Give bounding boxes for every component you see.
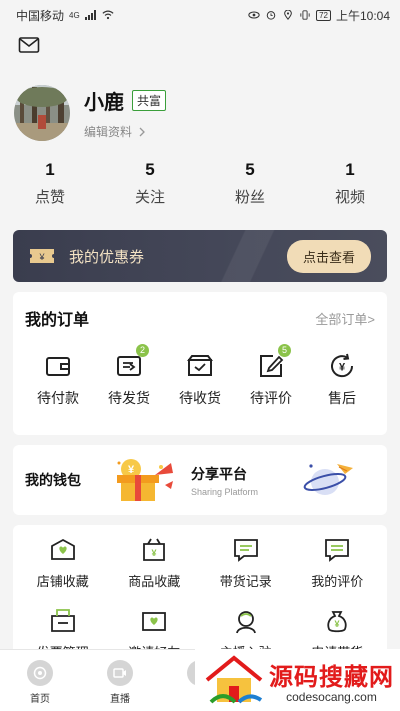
order-pending-shipment[interactable]: 2 待发货 xyxy=(98,344,160,408)
share-subtitle: Sharing Platform xyxy=(191,486,259,497)
wallet-card: 我的钱包 ¥ 分享平台 Sharing Platform xyxy=(13,445,387,515)
carrier-label: 中国移动 xyxy=(16,8,65,23)
tab-label: 首页 xyxy=(30,694,50,705)
order-after-sales[interactable]: ¥ 售后 xyxy=(311,352,373,408)
tab-home[interactable]: 首页 xyxy=(0,650,80,711)
mail-icon[interactable] xyxy=(18,36,40,54)
vibrate-icon xyxy=(300,10,310,20)
network-label: 4G xyxy=(69,10,80,20)
receive-box-icon xyxy=(187,355,213,376)
stat-value: 1 xyxy=(345,160,355,179)
chevron-right-icon xyxy=(139,127,145,136)
stat-value: 5 xyxy=(245,160,255,179)
wallet-icon xyxy=(46,357,70,376)
avatar-photo xyxy=(14,85,70,141)
money-bag-icon: ¥ xyxy=(327,611,347,633)
anchor-icon xyxy=(235,611,256,634)
wifi-icon xyxy=(102,10,114,20)
tab-live[interactable]: 直播 xyxy=(80,650,160,711)
coupon-banner[interactable]: ¥ 我的优惠券 点击查看 xyxy=(13,230,387,282)
stat-label: 点赞 xyxy=(34,189,65,206)
order-label: 售后 xyxy=(328,390,356,406)
svg-text:¥: ¥ xyxy=(335,619,340,629)
invoice-icon xyxy=(50,609,75,632)
svg-text:¥: ¥ xyxy=(339,362,346,374)
view-coupon-button[interactable]: 点击查看 xyxy=(286,239,371,273)
tab-label: 直播 xyxy=(110,694,130,705)
watermark-title: 源码搜藏网 xyxy=(269,662,394,691)
user-name: 小鹿 xyxy=(84,92,124,114)
tool-label: 店铺收藏 xyxy=(36,574,89,589)
goods-favorite-icon: ¥ xyxy=(143,538,166,561)
tool-label: 我的评价 xyxy=(311,574,364,589)
tool-goods-favorite[interactable]: ¥ 商品收藏 xyxy=(109,537,201,590)
order-label: 待付款 xyxy=(37,390,79,406)
eye-icon xyxy=(248,11,260,19)
svg-text:¥: ¥ xyxy=(128,464,135,476)
sales-record-icon xyxy=(233,539,258,562)
wallet-title[interactable]: 我的钱包 xyxy=(25,470,105,490)
watermark-url: codesocang.com xyxy=(286,689,377,704)
tool-sales-record[interactable]: 带货记录 xyxy=(200,537,292,590)
site-watermark: 源码搜藏网 codesocang.com xyxy=(195,649,400,711)
clock-label: 上午10:04 xyxy=(335,8,390,23)
order-label: 待收货 xyxy=(179,390,221,406)
orders-card: 我的订单 全部订单> 待付款 2 待发货 待收货 5 待评价 ¥ 售后 xyxy=(13,292,387,435)
stat-label: 视频 xyxy=(334,189,365,206)
stat-label: 粉丝 xyxy=(234,189,265,206)
all-orders-link[interactable]: 全部订单> xyxy=(315,309,375,328)
invite-friend-icon xyxy=(142,612,167,631)
order-pending-payment[interactable]: 待付款 xyxy=(27,352,89,408)
stat-followers[interactable]: 5 粉丝 xyxy=(210,160,290,214)
order-pending-receipt[interactable]: 待收货 xyxy=(169,352,231,408)
stat-following[interactable]: 5 关注 xyxy=(110,160,190,214)
avatar[interactable] xyxy=(14,85,70,141)
status-bar: 中国移动 4G 72 上午10:04 xyxy=(0,0,400,30)
orders-title: 我的订单 xyxy=(25,312,90,329)
order-pending-review[interactable]: 5 待评价 xyxy=(240,344,302,408)
edit-profile-link[interactable]: 编辑资料 xyxy=(84,123,166,140)
svg-text:¥: ¥ xyxy=(152,548,157,558)
count-badge: 2 xyxy=(136,344,149,357)
share-planet-icon xyxy=(303,464,353,495)
location-icon xyxy=(284,10,292,20)
count-badge: 5 xyxy=(278,344,291,357)
stats-row: 1 点赞 5 关注 5 粉丝 1 视频 xyxy=(0,154,400,214)
battery-indicator: 72 xyxy=(316,9,331,21)
order-label: 待评价 xyxy=(250,390,292,406)
stat-label: 关注 xyxy=(134,189,165,206)
stat-likes[interactable]: 1 点赞 xyxy=(10,160,90,214)
after-sales-icon: ¥ xyxy=(331,353,354,378)
stat-value: 1 xyxy=(45,160,55,179)
order-label: 待发货 xyxy=(108,390,150,406)
share-platform[interactable]: 分享平台 Sharing Platform xyxy=(191,464,303,497)
my-review-icon xyxy=(325,539,350,562)
shop-favorite-icon xyxy=(50,538,75,560)
coupon-title: 我的优惠券 xyxy=(69,248,145,266)
share-title: 分享平台 xyxy=(191,465,247,482)
stat-videos[interactable]: 1 视频 xyxy=(310,160,390,214)
signal-icon xyxy=(84,10,96,20)
house-logo-icon xyxy=(205,655,263,704)
top-bar xyxy=(0,30,400,64)
svg-text:¥: ¥ xyxy=(38,252,45,262)
tool-label: 商品收藏 xyxy=(128,574,181,589)
tool-my-review[interactable]: 我的评价 xyxy=(292,537,384,590)
tool-label: 带货记录 xyxy=(219,574,272,589)
tool-shop-favorite[interactable]: 店铺收藏 xyxy=(17,537,109,590)
home-icon xyxy=(27,660,53,686)
gift-box-icon: ¥ xyxy=(117,459,173,501)
coupon-ticket-icon: ¥ xyxy=(30,249,54,263)
live-icon xyxy=(107,660,133,686)
stat-value: 5 xyxy=(145,160,155,179)
member-badge: 共富 xyxy=(132,90,167,111)
edit-profile-label: 编辑资料 xyxy=(84,125,133,139)
alarm-icon xyxy=(266,11,276,20)
profile-header: 小鹿 共富 编辑资料 xyxy=(0,64,400,154)
